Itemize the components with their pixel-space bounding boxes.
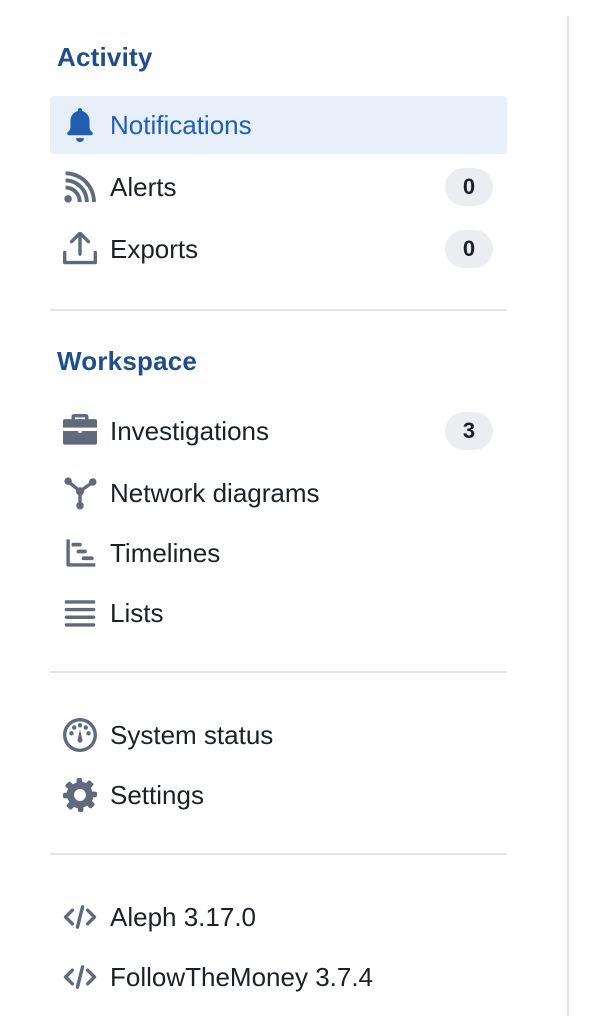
- sidebar-item-notifications[interactable]: Notifications: [50, 96, 507, 154]
- divider: [50, 309, 507, 311]
- version-label: Aleph 3.17.0: [110, 901, 257, 932]
- bell-icon: [62, 107, 98, 143]
- sidebar-item-label: Alerts: [110, 171, 177, 202]
- count-badge: 3: [445, 412, 493, 450]
- section-title-activity: Activity: [57, 42, 153, 72]
- briefcase-icon: [62, 413, 98, 449]
- version-item-followthemoney[interactable]: FollowTheMoney 3.7.4: [50, 948, 507, 1006]
- sidebar-item-timelines[interactable]: Timelines: [50, 524, 507, 582]
- divider: [50, 671, 507, 673]
- sidebar-item-label: Settings: [110, 779, 204, 810]
- export-icon: [62, 231, 98, 267]
- list-icon: [62, 595, 98, 631]
- sidebar-item-settings[interactable]: Settings: [50, 766, 507, 824]
- count-badge: 0: [445, 230, 493, 268]
- sidebar-item-label: Investigations: [110, 415, 269, 446]
- sidebar-item-investigations[interactable]: Investigations 3: [50, 402, 507, 460]
- sidebar-item-label: Notifications: [110, 109, 252, 140]
- feed-icon: [62, 169, 98, 205]
- sidebar-item-lists[interactable]: Lists: [50, 584, 507, 642]
- count-badge: 0: [445, 168, 493, 206]
- gear-icon: [62, 777, 98, 813]
- sidebar-item-label: Exports: [110, 233, 199, 264]
- timeline-icon: [62, 535, 98, 571]
- sidebar-item-alerts[interactable]: Alerts 0: [50, 158, 507, 216]
- section-title-workspace: Workspace: [57, 346, 198, 376]
- sidebar-item-label: Network diagrams: [110, 477, 320, 508]
- version-item-aleph[interactable]: Aleph 3.17.0: [50, 888, 507, 946]
- code-icon: [62, 899, 98, 935]
- content-border: [567, 16, 569, 1016]
- divider: [50, 853, 507, 855]
- dashboard-icon: [62, 717, 98, 753]
- sidebar-item-label: Lists: [110, 597, 164, 628]
- sidebar-item-label: System status: [110, 719, 274, 750]
- sidebar-item-system-status[interactable]: System status: [50, 706, 507, 764]
- version-label: FollowTheMoney 3.7.4: [110, 961, 374, 992]
- sidebar-item-network-diagrams[interactable]: Network diagrams: [50, 464, 507, 522]
- sidebar-item-exports[interactable]: Exports 0: [50, 220, 507, 278]
- graph-icon: [62, 475, 98, 511]
- sidebar-item-label: Timelines: [110, 537, 221, 568]
- code-icon: [62, 959, 98, 995]
